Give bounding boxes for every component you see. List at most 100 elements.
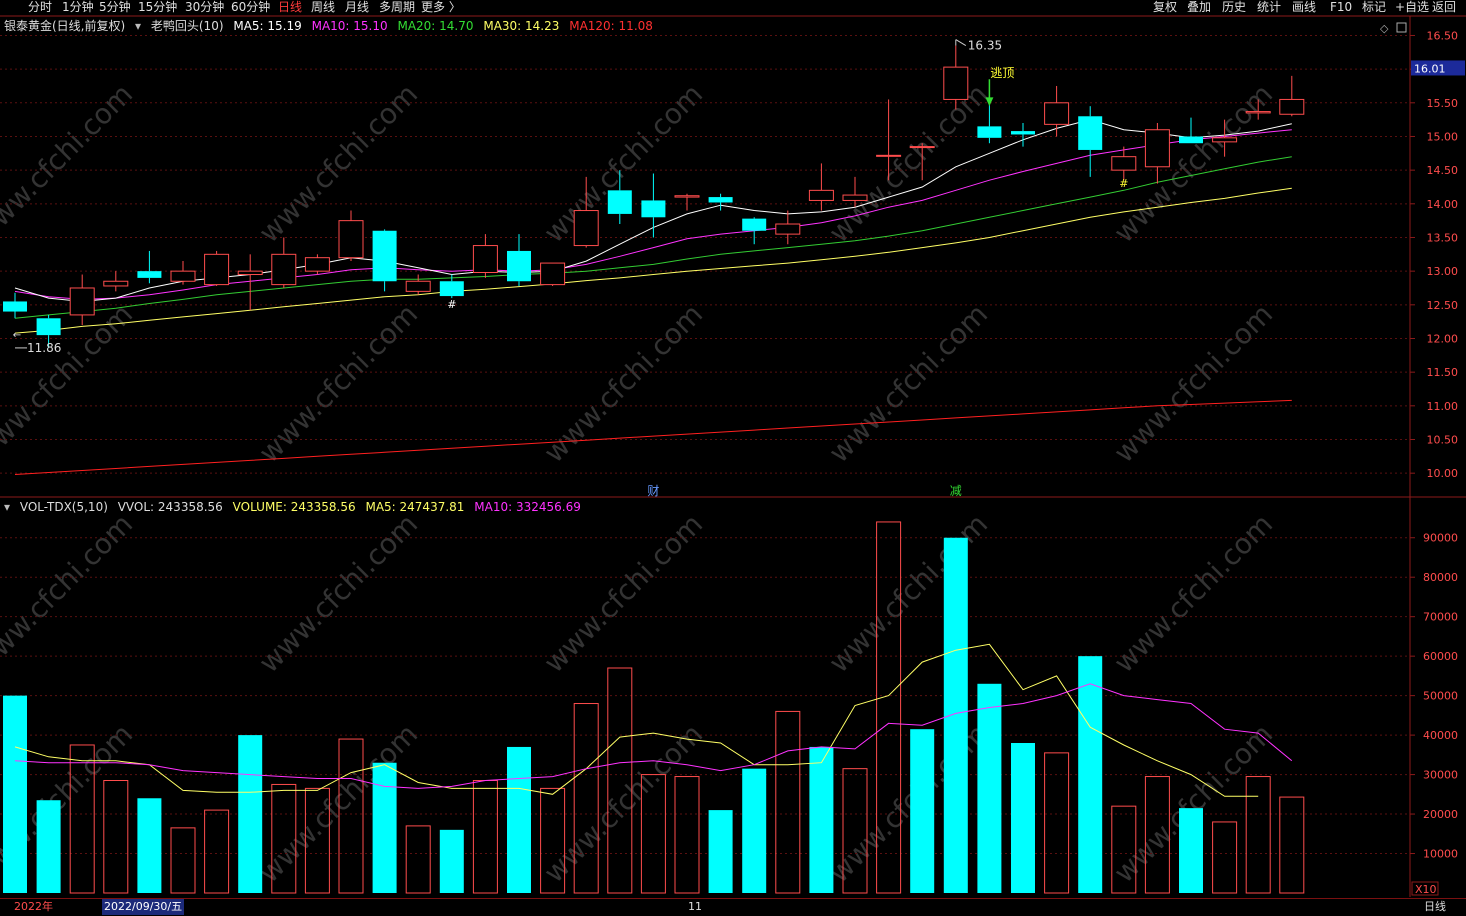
volume-bar	[943, 537, 968, 893]
vol-tick-label-7: 80000	[1423, 571, 1458, 584]
month-label: 11	[688, 900, 702, 913]
volume-bar	[674, 776, 700, 894]
timeframe-1[interactable]: 1分钟	[62, 0, 94, 14]
candle-body	[1144, 129, 1170, 168]
vol-indicator-name[interactable]: VOL-TDX(5,10)	[20, 500, 108, 514]
volume-bar	[775, 710, 801, 894]
toolbar-button-1[interactable]: 叠加	[1187, 0, 1211, 14]
candle-body	[103, 280, 129, 287]
toolbar-button-4[interactable]: 画线	[1292, 0, 1316, 14]
watermark-17: www.cfchi.com	[537, 717, 709, 889]
annotations: 16.35 11.86 ← 逃顶 # # 财 减 16.01 X10 ◇	[13, 22, 1465, 896]
indicator-name[interactable]: 老鸭回头(10)	[151, 19, 224, 33]
candle	[338, 210, 364, 262]
timeframe-0[interactable]: 分时	[28, 0, 52, 14]
volume-bar	[439, 829, 464, 893]
candle	[674, 193, 700, 211]
price-tick-label-1: 10.50	[1427, 433, 1459, 446]
volume-bar	[1212, 821, 1238, 894]
candle-body	[1011, 131, 1035, 135]
vol-tick-label-2: 30000	[1423, 769, 1458, 782]
low-marker-arrow-icon: ←	[13, 330, 21, 341]
toolbar-button-2[interactable]: 历史	[1222, 0, 1246, 14]
ma5-line	[14, 119, 1292, 303]
period-label[interactable]: 日线	[1424, 899, 1446, 915]
toolbar-button-6[interactable]: 标记	[1362, 0, 1386, 14]
candle-body	[1245, 111, 1271, 114]
volume-bar	[271, 783, 297, 894]
indicator-dropdown-icon[interactable]: ▾	[135, 19, 141, 33]
watermark-0: www.cfchi.com	[0, 77, 139, 249]
maximize-icon	[1396, 22, 1407, 33]
volume-bar	[573, 703, 599, 894]
timeframe-3[interactable]: 15分钟	[138, 0, 177, 14]
candle-body	[1044, 102, 1070, 125]
timeframe-4[interactable]: 30分钟	[185, 0, 224, 14]
timeframe-8[interactable]: 月线	[345, 0, 369, 14]
volume-bar	[1111, 805, 1137, 894]
ma10-value: MA10: 15.10	[311, 19, 388, 33]
timeframe-10[interactable]: 更多 〉	[421, 0, 461, 14]
candle	[1011, 123, 1035, 147]
volume-bar	[103, 780, 129, 894]
toolbar-button-8[interactable]: 返回	[1432, 0, 1456, 14]
vol-multiplier-label: X10	[1415, 883, 1437, 896]
candle-body	[977, 126, 1002, 138]
kline-chart[interactable]: www.cfchi.com www.cfchi.com www.cfchi.com w…	[0, 0, 1466, 915]
timeframe-5[interactable]: 60分钟	[231, 0, 270, 14]
volume-bar	[69, 744, 95, 894]
watermark-11: www.cfchi.com	[252, 507, 424, 679]
candle	[708, 193, 733, 211]
current-price-label: 16.01	[1414, 62, 1446, 75]
candle	[1144, 123, 1170, 184]
price-tick-label-6: 13.00	[1427, 265, 1459, 278]
stock-name[interactable]: 银泰黄金(日线,前复权)	[4, 19, 125, 33]
ma10-line	[14, 129, 1292, 300]
toolbar-button-5[interactable]: F10	[1330, 0, 1352, 14]
timeframe-2[interactable]: 5分钟	[99, 0, 131, 14]
grid-lines	[0, 15, 1466, 855]
candle	[507, 234, 531, 286]
vvol-value: VVOL: 243358.56	[117, 500, 223, 514]
watermark-10: www.cfchi.com	[0, 507, 139, 679]
toolbar-button-7[interactable]: +自选	[1395, 0, 1429, 14]
candle-body	[1179, 136, 1203, 144]
ma5-value: MA5: 15.19	[233, 19, 302, 33]
candle-body	[708, 197, 733, 203]
ma30-line	[14, 187, 1292, 334]
vol-tick-label-3: 40000	[1423, 729, 1458, 742]
earnings-marker: 财	[647, 484, 659, 498]
toolbar-button-0[interactable]: 复权	[1153, 0, 1177, 14]
candle-body	[338, 220, 364, 259]
volume-bars	[3, 521, 1305, 894]
timeframe-9[interactable]: 多周期	[379, 0, 415, 14]
price-tick-label-13: 16.50	[1427, 29, 1459, 42]
volume-bar	[977, 683, 1002, 893]
price-tick-label-11: 15.50	[1427, 97, 1459, 110]
candle	[573, 176, 599, 248]
timeframe-7[interactable]: 周线	[311, 0, 335, 14]
right-axes: 10.00 10.50 11.00 11.50 12.00 12.50 13.00 13.50…	[1409, 16, 1459, 897]
volume-value: VOLUME: 243358.56	[232, 500, 356, 514]
candle-body	[775, 223, 801, 235]
candle-body	[1111, 156, 1137, 171]
candle-body	[1212, 137, 1238, 143]
vol-dropdown-icon[interactable]: ▾	[4, 500, 10, 514]
vol-ma10-value: MA10: 332456.69	[474, 500, 581, 514]
volume-bar	[338, 738, 364, 894]
price-tick-label-3: 11.50	[1427, 366, 1459, 379]
high-marker-arrow	[955, 39, 967, 46]
escape-arrow-head-icon	[985, 97, 994, 107]
toolbar-button-3[interactable]: 统计	[1257, 0, 1281, 14]
candle	[472, 234, 498, 278]
candle	[271, 237, 297, 288]
candle	[943, 45, 969, 110]
vol-ma5-value: MA5: 247437.81	[365, 500, 465, 514]
price-tick-label-0: 10.00	[1427, 467, 1459, 480]
candle-body	[641, 200, 666, 218]
timeframe-6[interactable]: 日线	[278, 0, 302, 14]
candle-body	[909, 146, 935, 149]
watermark-15: www.cfchi.com	[0, 717, 139, 889]
candle-body	[808, 189, 834, 201]
vol-tick-label-4: 50000	[1423, 690, 1458, 703]
